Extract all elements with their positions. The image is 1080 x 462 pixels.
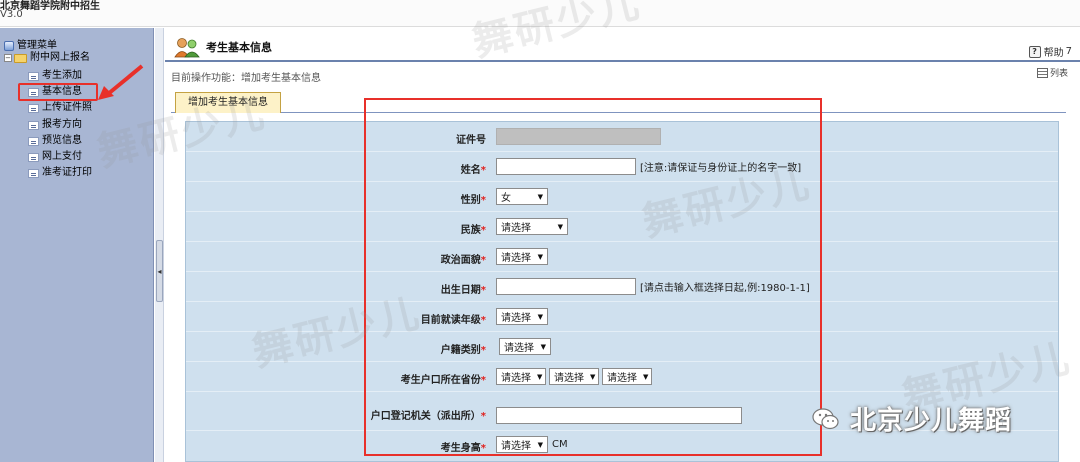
app-header: 北京舞蹈学院附中招生 V3.0 xyxy=(0,0,1080,27)
sidebar-item-label: 上传证件照 xyxy=(42,102,92,113)
wechat-account-label: 北京少儿舞蹈 xyxy=(850,406,1013,436)
sidebar-item-label: 考生添加 xyxy=(42,70,82,81)
list-icon xyxy=(1036,67,1048,78)
sidebar-item-admission-ticket[interactable]: 准考证打印 xyxy=(28,166,92,180)
list-view-link[interactable]: 列表 xyxy=(1036,66,1068,79)
form-highlight-box xyxy=(364,98,822,456)
page-icon xyxy=(28,71,39,81)
users-icon xyxy=(174,38,200,58)
sidebar-item-add-candidate[interactable]: 考生添加 xyxy=(28,69,82,83)
page-icon xyxy=(28,152,39,162)
sidebar-item-label: 报考方向 xyxy=(42,119,82,130)
app-version: V3.0 xyxy=(0,9,23,20)
sidebar-item-label: 网上支付 xyxy=(42,151,82,162)
page-icon xyxy=(28,103,39,113)
page-title: 考生基本信息 xyxy=(206,41,272,54)
pointer-arrow-icon xyxy=(98,64,144,100)
sidebar-item-online-payment[interactable]: 网上支付 xyxy=(28,150,82,164)
help-link[interactable]: ? 帮助 7 xyxy=(1028,44,1072,59)
page-icon xyxy=(28,136,39,146)
page-icon xyxy=(28,120,39,130)
help-label: 帮助 xyxy=(1043,48,1064,59)
sidebar-item-label: 预览信息 xyxy=(42,135,82,146)
collapse-sidebar-handle[interactable]: ◂ xyxy=(156,240,163,302)
sidebar-item-preview[interactable]: 预览信息 xyxy=(28,134,82,148)
selected-item-highlight xyxy=(18,83,98,101)
menu-icon xyxy=(4,41,14,51)
help-shortcut: 7 xyxy=(1065,46,1072,57)
tab-add-basic-info[interactable]: 增加考生基本信息 xyxy=(175,92,281,113)
wechat-icon xyxy=(812,407,839,429)
sidebar-item-label: 准考证打印 xyxy=(42,167,92,178)
wechat-account-mark: 北京少儿舞蹈 xyxy=(812,400,1012,437)
collapse-icon[interactable]: − xyxy=(4,54,12,62)
sidebar-item-upload-photo[interactable]: 上传证件照 xyxy=(28,101,92,115)
folder-label: 附中网上报名 xyxy=(30,52,90,63)
page-header: 考生基本信息 ? 帮助 7 xyxy=(165,28,1080,62)
help-icon: ? xyxy=(1028,45,1041,58)
breadcrumb: 目前操作功能：增加考生基本信息 xyxy=(171,73,321,84)
folder-icon xyxy=(14,53,27,63)
folder-online-registration[interactable]: − 附中网上报名 xyxy=(4,51,90,65)
sidebar-splitter[interactable]: ◂ xyxy=(155,28,164,462)
page-icon xyxy=(28,168,39,178)
list-label: 列表 xyxy=(1049,69,1068,79)
sidebar-item-application-direction[interactable]: 报考方向 xyxy=(28,118,82,132)
